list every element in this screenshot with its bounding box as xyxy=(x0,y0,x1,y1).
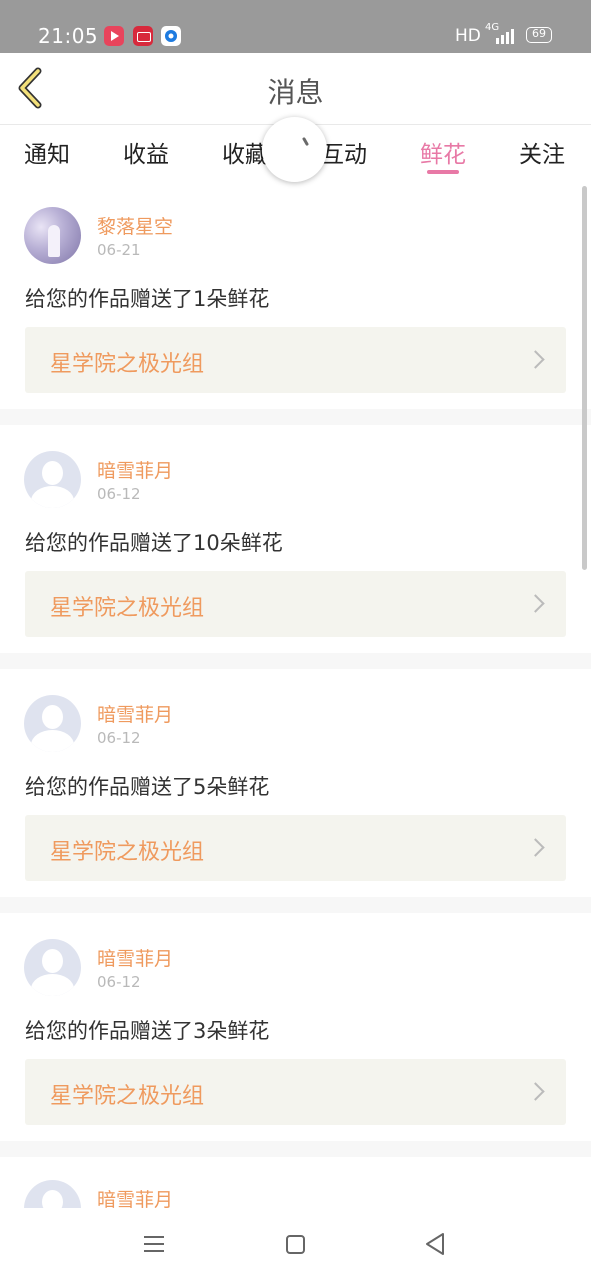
message-text: 给您的作品赠送了3朵鲜花 xyxy=(25,1019,270,1043)
tab-favorites[interactable]: 收藏 xyxy=(222,135,268,169)
chevron-right-icon xyxy=(526,594,545,613)
record-app-icon xyxy=(133,26,153,46)
page-title: 消息 xyxy=(267,76,324,109)
divider xyxy=(0,409,591,425)
message-date: 06-12 xyxy=(97,729,141,747)
chevron-right-icon xyxy=(526,838,545,857)
status-time: 21:05 xyxy=(38,24,99,48)
divider xyxy=(0,1141,591,1157)
list-item: 暗雪菲月 06-12 给您的作品赠送了10朵鲜花 星学院之极光组 xyxy=(0,425,591,653)
menu-icon[interactable] xyxy=(144,1234,164,1252)
tab-flowers[interactable]: 鲜花 xyxy=(420,135,466,169)
app-header: 消息 xyxy=(0,53,591,125)
sender-name[interactable]: 暗雪菲月 xyxy=(97,700,173,727)
message-text: 给您的作品赠送了5朵鲜花 xyxy=(25,775,270,799)
work-link[interactable]: 星学院之极光组 xyxy=(25,327,566,393)
network-type: HD xyxy=(455,26,481,46)
work-link[interactable]: 星学院之极光组 xyxy=(25,571,566,637)
signal-icon xyxy=(490,28,516,44)
divider xyxy=(0,653,591,669)
list-item: 黎落星空 06-21 给您的作品赠送了1朵鲜花 星学院之极光组 xyxy=(0,181,591,409)
divider xyxy=(0,897,591,913)
active-tab-indicator xyxy=(427,170,459,174)
avatar[interactable] xyxy=(24,451,81,508)
work-title: 星学院之极光组 xyxy=(50,840,205,865)
scrollbar[interactable] xyxy=(582,186,587,570)
list-item: 暗雪菲月 xyxy=(0,1157,591,1208)
avatar[interactable] xyxy=(24,695,81,752)
loading-spinner xyxy=(262,117,327,182)
list-item: 暗雪菲月 06-12 给您的作品赠送了3朵鲜花 星学院之极光组 xyxy=(0,913,591,1141)
sender-name[interactable]: 暗雪菲月 xyxy=(97,456,173,483)
avatar[interactable] xyxy=(24,207,81,264)
work-title: 星学院之极光组 xyxy=(50,596,205,621)
tab-earnings[interactable]: 收益 xyxy=(123,135,169,169)
work-title: 星学院之极光组 xyxy=(50,352,205,377)
video-app-icon xyxy=(104,26,124,46)
sender-name[interactable]: 暗雪菲月 xyxy=(97,944,173,971)
list-item: 暗雪菲月 06-12 给您的作品赠送了5朵鲜花 星学院之极光组 xyxy=(0,669,591,897)
avatar[interactable] xyxy=(24,939,81,996)
system-nav-bar xyxy=(0,1208,591,1280)
work-link[interactable]: 星学院之极光组 xyxy=(25,1059,566,1125)
chevron-right-icon xyxy=(526,350,545,369)
battery-icon: 69 xyxy=(526,27,552,43)
back-icon[interactable] xyxy=(424,1232,446,1256)
chevron-right-icon xyxy=(526,1082,545,1101)
tab-follows[interactable]: 关注 xyxy=(519,135,565,169)
status-bar: 21:05 HD 4G 69 xyxy=(0,0,591,53)
tab-interactions[interactable]: 互动 xyxy=(321,135,367,169)
message-text: 给您的作品赠送了10朵鲜花 xyxy=(25,531,283,555)
message-text: 给您的作品赠送了1朵鲜花 xyxy=(25,287,270,311)
message-date: 06-21 xyxy=(97,241,141,259)
work-title: 星学院之极光组 xyxy=(50,1084,205,1109)
work-link[interactable]: 星学院之极光组 xyxy=(25,815,566,881)
message-date: 06-12 xyxy=(97,973,141,991)
sender-name[interactable]: 暗雪菲月 xyxy=(97,1185,173,1208)
home-icon[interactable] xyxy=(286,1235,305,1254)
browser-app-icon xyxy=(161,26,181,46)
avatar[interactable] xyxy=(24,1180,81,1208)
sender-name[interactable]: 黎落星空 xyxy=(97,212,173,239)
message-date: 06-12 xyxy=(97,485,141,503)
tab-notifications[interactable]: 通知 xyxy=(24,135,70,169)
